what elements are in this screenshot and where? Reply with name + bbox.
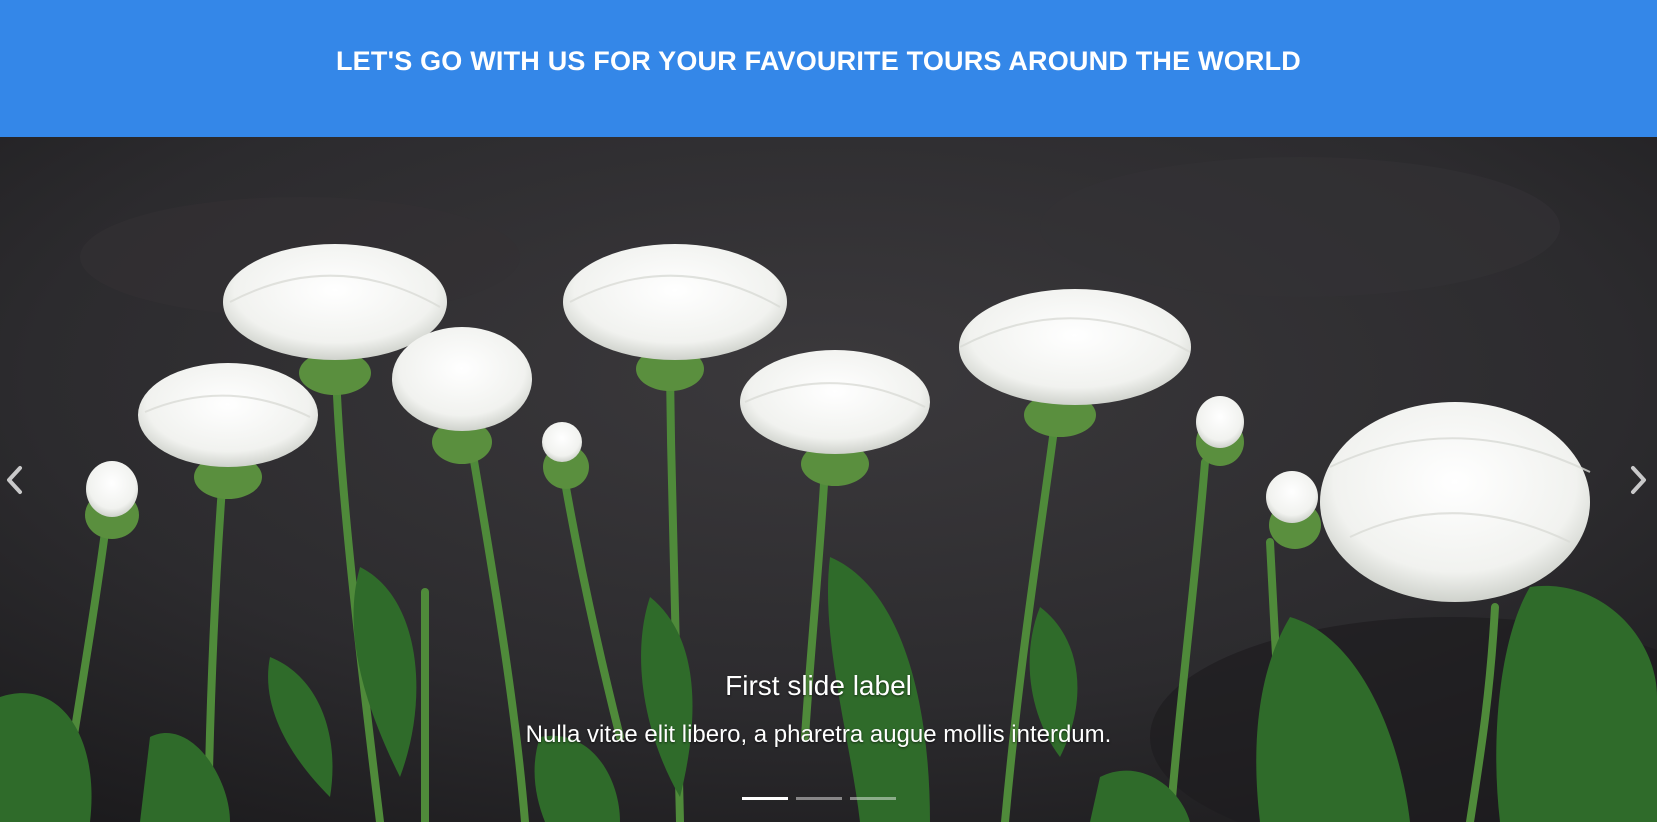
- chevron-right-icon: [1631, 465, 1646, 494]
- carousel-indicator-1[interactable]: [741, 797, 788, 807]
- header-banner: LET'S GO WITH US FOR YOUR FAVOURITE TOUR…: [0, 0, 1657, 137]
- carousel-indicator-3[interactable]: [849, 797, 896, 807]
- carousel-indicator-2[interactable]: [795, 797, 842, 807]
- chevron-left-icon: [7, 465, 22, 494]
- page: LET'S GO WITH US FOR YOUR FAVOURITE TOUR…: [0, 0, 1657, 822]
- carousel-indicators: [0, 797, 1637, 807]
- slide-caption-text: Nulla vitae elit libero, a pharetra augu…: [525, 721, 1112, 748]
- image-carousel: First slide label Nulla vitae elit liber…: [0, 137, 1657, 822]
- slide-caption-title: First slide label: [725, 670, 912, 701]
- banner-title: LET'S GO WITH US FOR YOUR FAVOURITE TOUR…: [335, 46, 1302, 76]
